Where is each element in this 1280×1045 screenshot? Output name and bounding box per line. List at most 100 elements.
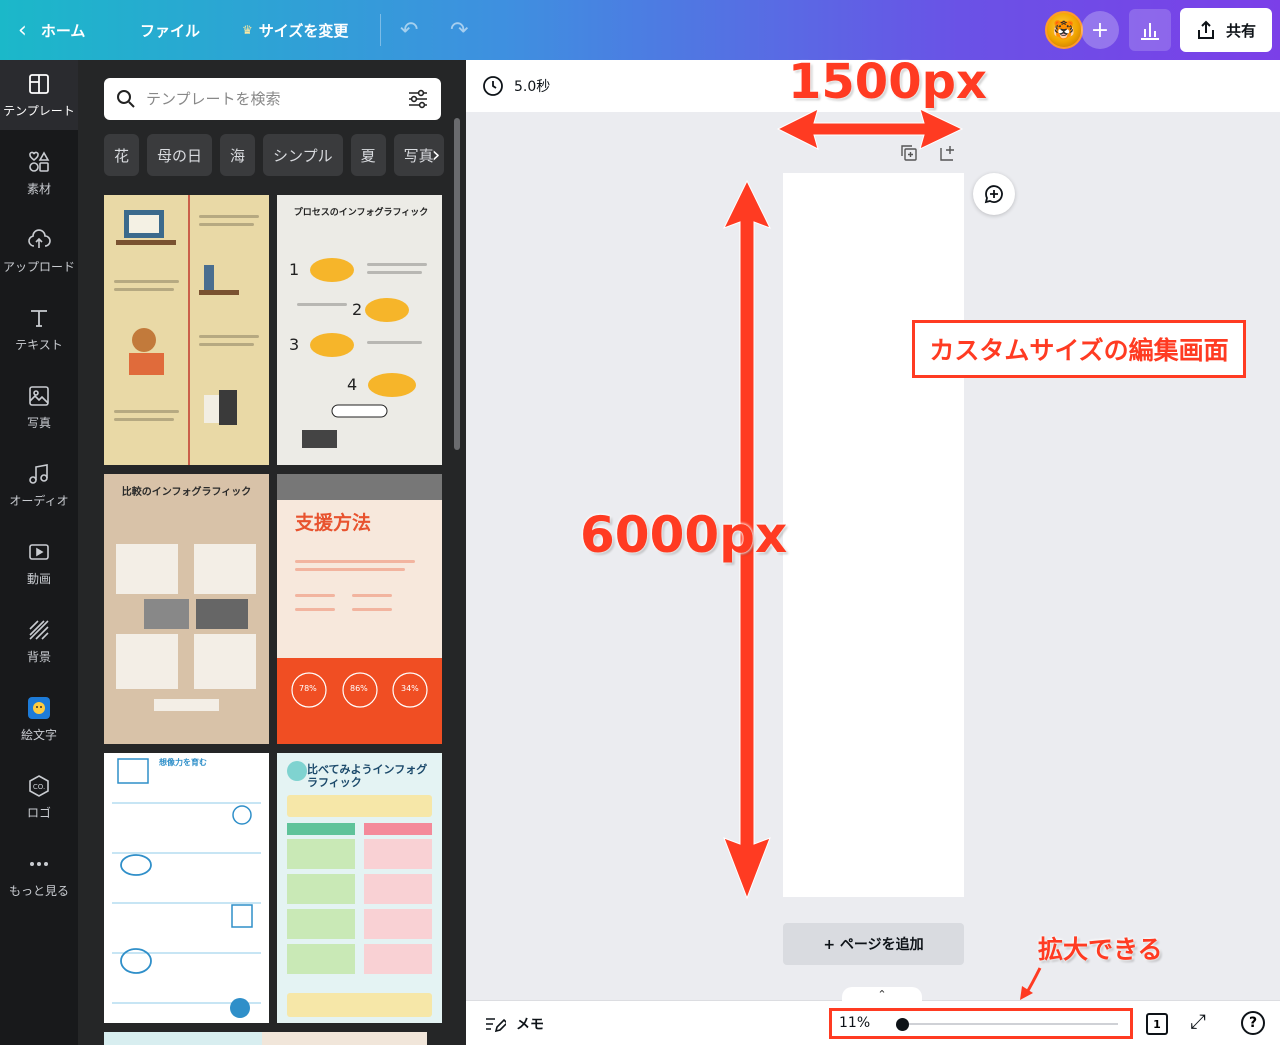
zoom-annotation: 拡大できる — [1038, 935, 1163, 964]
rail-item-upload[interactable]: アップロード — [0, 216, 78, 286]
template-thumbnail[interactable]: 比べてみようインフォグラフィック — [277, 753, 442, 1023]
rail-item-text[interactable]: テキスト — [0, 294, 78, 364]
template-title: 支援方法 — [295, 512, 372, 534]
add-page-top-button[interactable] — [939, 144, 957, 166]
undo-button[interactable]: ↶ — [400, 0, 418, 60]
template-thumbnail[interactable] — [104, 1032, 269, 1045]
redo-button[interactable]: ↷ — [450, 0, 468, 60]
height-annotation: 6000px — [580, 506, 788, 564]
rail-item-label: アップロード — [2, 259, 75, 274]
template-thumbnail[interactable]: 比較のインフォグラフィック — [104, 474, 269, 744]
fullscreen-icon[interactable]: ⤢ — [1190, 1009, 1206, 1033]
add-comment-button[interactable] — [973, 173, 1015, 215]
chevron-right-icon[interactable]: › — [426, 134, 446, 176]
search-input[interactable] — [146, 90, 397, 108]
rail-item-label: 写真 — [26, 415, 51, 430]
add-collaborator-button[interactable]: + — [1081, 11, 1119, 49]
template-thumbnail[interactable]: 支援方法 78% 86% 34% — [277, 474, 442, 744]
upload-icon — [28, 228, 51, 248]
template-title: プロセスのインフォグラフィック — [293, 208, 429, 218]
template-icon — [29, 73, 49, 94]
template-title: 比べてみようインフォグラフィック — [307, 763, 428, 789]
template-stat: 86% — [350, 684, 368, 693]
template-title: 比較のインフォグラフィック — [121, 487, 252, 498]
crown-icon: ♛ — [242, 23, 253, 37]
rail-item-more[interactable]: もっと見る — [0, 840, 78, 910]
notes-button[interactable]: メモ — [484, 1001, 544, 1045]
elements-icon — [29, 150, 50, 172]
rail-item-label: もっと見る — [8, 883, 69, 898]
rail-item-label: テンプレート — [3, 103, 75, 118]
keyword-chips: 花 母の日 海 シンプル 夏 写真 — [104, 134, 449, 178]
home-label: ホーム — [40, 21, 86, 40]
video-icon — [29, 543, 49, 560]
rail-item-label: 動画 — [26, 571, 51, 586]
filter-icon[interactable] — [407, 88, 429, 110]
duplicate-icon — [901, 145, 917, 161]
custom-size-annotation: カスタムサイズの編集画面 — [912, 320, 1246, 378]
template-title: 想像力を育む — [159, 758, 207, 767]
rail-item-template[interactable]: テンプレート — [0, 60, 78, 130]
chevron-up-icon[interactable]: ⌃ — [842, 987, 922, 1003]
rail-item-label: テキスト — [15, 337, 63, 352]
share-icon — [1197, 20, 1214, 39]
add-page-button[interactable]: + ページを追加 — [783, 923, 964, 965]
template-stat: 34% — [401, 684, 419, 693]
plus-icon: + — [1090, 17, 1110, 43]
template-thumbnail[interactable]: 想像力を育む — [104, 753, 269, 1023]
redo-icon: ↷ — [450, 17, 469, 43]
template-illustration — [287, 761, 432, 1017]
share-button[interactable]: 共有 — [1180, 8, 1272, 52]
logo-icon: CO. — [29, 774, 49, 797]
svg-text:CO.: CO. — [33, 783, 45, 791]
share-label: 共有 — [1225, 21, 1256, 40]
help-button[interactable]: ? — [1241, 1011, 1265, 1035]
rail-item-logo[interactable]: CO. ロゴ — [0, 762, 78, 832]
rail-item-label: 背景 — [26, 649, 51, 664]
chip-flower[interactable]: 花 — [104, 134, 140, 176]
template-thumbnail[interactable] — [104, 195, 269, 465]
more-icon — [30, 861, 48, 866]
rail-item-video[interactable]: 動画 — [0, 528, 78, 598]
text-icon — [31, 309, 47, 327]
chip-sea[interactable]: 海 — [220, 134, 256, 176]
file-menu-button[interactable]: ファイル — [140, 0, 200, 60]
template-panel: 花 母の日 海 シンプル 夏 写真 › プロセスのインフォグラ — [78, 60, 466, 1045]
clock-icon[interactable] — [482, 75, 504, 97]
resize-button[interactable]: ♛ サイズを変更 — [242, 0, 348, 60]
insights-button[interactable] — [1129, 9, 1171, 51]
svg-text:1: 1 — [289, 260, 299, 279]
panel-scrollbar[interactable] — [454, 118, 460, 450]
comment-plus-icon — [984, 185, 1003, 204]
design-page[interactable] — [783, 173, 964, 897]
template-illustration: 1 2 3 4 — [289, 258, 416, 448]
template-photo-strip — [277, 474, 442, 500]
rail-item-emoji[interactable]: 絵文字 — [0, 684, 78, 754]
template-search[interactable] — [104, 78, 441, 120]
rail-item-background[interactable]: 背景 — [0, 606, 78, 676]
duration-value[interactable]: 5.0秒 — [514, 76, 550, 96]
rail-item-elements[interactable]: 素材 — [0, 138, 78, 208]
background-icon — [29, 619, 49, 640]
bar-chart-icon — [1141, 23, 1159, 40]
search-icon — [117, 90, 135, 108]
rail-item-label: 素材 — [26, 181, 51, 196]
chip-simple[interactable]: シンプル — [263, 134, 343, 176]
template-thumbnail[interactable]: プロセスのインフォグラフィック 1 2 3 4 — [277, 195, 442, 465]
rail-item-label: オーディオ — [9, 493, 69, 508]
width-annotation: 1500px — [788, 54, 987, 110]
template-thumbnail[interactable] — [262, 1032, 427, 1045]
avatar[interactable]: 🐯 — [1045, 11, 1083, 49]
page-count-button[interactable]: 1 — [1146, 1013, 1168, 1035]
rail-item-audio[interactable]: オーディオ — [0, 450, 78, 520]
chip-mothers-day[interactable]: 母の日 — [147, 134, 213, 176]
rail-item-photo[interactable]: 写真 — [0, 372, 78, 442]
template-stat: 78% — [299, 684, 317, 693]
template-stats-band: 78% 86% 34% — [277, 658, 442, 744]
zoom-highlight-box — [829, 1008, 1133, 1039]
duplicate-page-button[interactable] — [900, 144, 918, 166]
notes-icon — [486, 1017, 506, 1032]
template-illustration — [116, 195, 239, 465]
chip-summer[interactable]: 夏 — [350, 134, 386, 176]
home-button[interactable]: ‹ ホーム — [18, 0, 85, 60]
